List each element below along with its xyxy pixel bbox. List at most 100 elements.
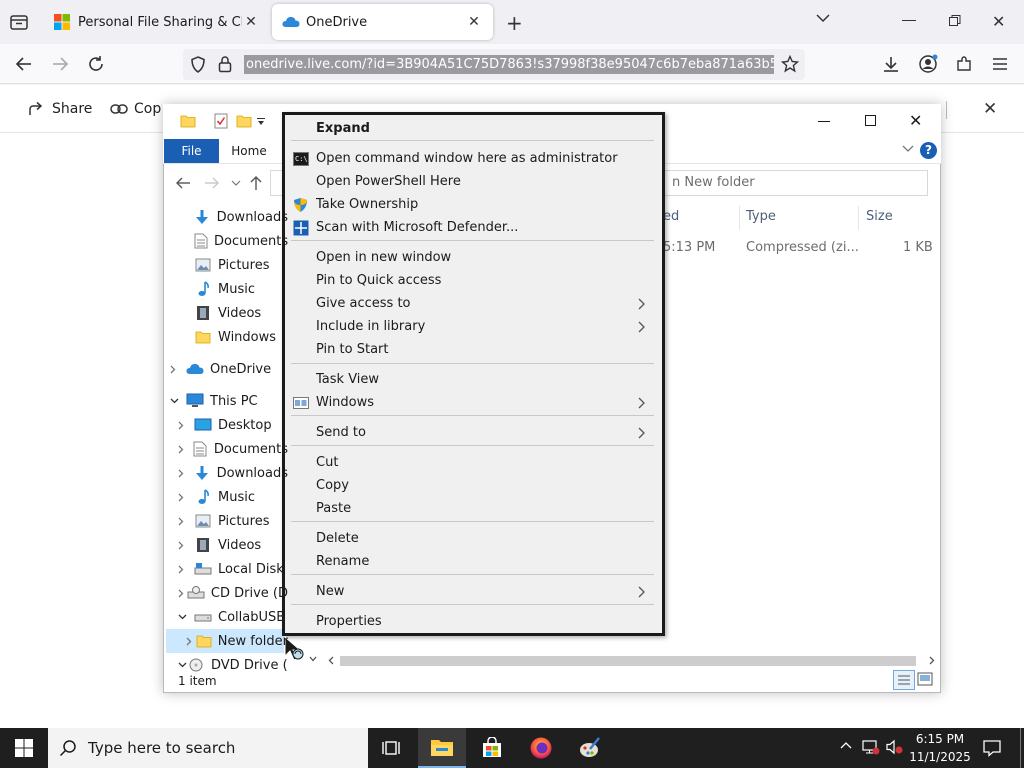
menu-item-paste[interactable]: Paste (285, 497, 662, 520)
nav-item-documents[interactable]: Documents (194, 229, 288, 253)
nav-item-videos[interactable]: Videos (194, 301, 288, 325)
collapse-chevron-icon[interactable] (170, 398, 186, 404)
menu-item-cut[interactable]: Cut (285, 451, 662, 474)
menu-hamburger-icon[interactable] (992, 57, 1008, 71)
restore-icon[interactable] (949, 15, 961, 27)
search-box[interactable]: n New folder (655, 170, 928, 196)
file-tab[interactable]: File (164, 139, 219, 163)
scroll-left-arrow-icon[interactable] (328, 656, 334, 665)
nav-item-pictures[interactable]: Pictures (194, 253, 288, 277)
nav-item-documents[interactable]: Documents (178, 437, 288, 461)
file-date-cell[interactable]: 5:13 PM (663, 240, 715, 255)
menu-item-task-view[interactable]: Task View (285, 368, 662, 391)
forward-arrow-icon[interactable] (46, 50, 74, 78)
menu-item-rename[interactable]: Rename (285, 550, 662, 573)
minimize-icon[interactable] (902, 20, 916, 21)
nav-item-onedrive[interactable]: OneDrive (170, 357, 288, 381)
help-icon[interactable]: ? (920, 142, 937, 159)
lock-icon[interactable] (218, 55, 232, 73)
task-view-icon[interactable] (368, 728, 416, 768)
downloads-icon[interactable] (882, 55, 900, 73)
expand-chevron-icon[interactable] (178, 589, 187, 598)
menu-item-properties[interactable]: Properties (285, 610, 662, 633)
url-text[interactable]: onedrive.live.com/?id=3B904A51C75D7863!s… (244, 55, 774, 74)
menu-item-windows[interactable]: Windows (285, 391, 662, 414)
nav-item-this-pc[interactable]: This PC (170, 389, 288, 413)
taskbar-search-box[interactable]: Type here to search (48, 728, 368, 768)
nav-item-music[interactable]: Music (194, 277, 288, 301)
nav-item-music[interactable]: Music (178, 485, 288, 509)
menu-item-send-to[interactable]: Send to (285, 421, 662, 444)
column-header-size[interactable]: Size (866, 209, 893, 224)
large-icons-view-icon[interactable] (917, 672, 933, 686)
expand-ribbon-chevron-icon[interactable] (902, 145, 914, 153)
menu-item-scan-with-microsoft-defender[interactable]: Scan with Microsoft Defender... (285, 216, 662, 239)
column-header-date[interactable]: ed (663, 209, 679, 224)
explorer-close-icon[interactable]: ✕ (909, 111, 922, 130)
network-disconnected-icon[interactable] (862, 739, 880, 755)
firefox-icon[interactable] (517, 728, 565, 768)
menu-item-give-access-to[interactable]: Give access to (285, 292, 662, 315)
address-bar[interactable] (270, 170, 282, 196)
nav-item-downloads[interactable]: Downloads (178, 461, 288, 485)
menu-item-include-in-library[interactable]: Include in library (285, 315, 662, 338)
menu-item-expand[interactable]: Expand (285, 117, 662, 140)
explorer-back-icon[interactable] (175, 176, 191, 190)
nav-item-videos[interactable]: Videos (178, 533, 288, 557)
expand-chevron-icon[interactable] (170, 365, 186, 374)
volume-muted-icon[interactable] (886, 739, 904, 755)
quick-access-dropdown-icon[interactable] (256, 117, 266, 127)
explorer-minimize-icon[interactable] (818, 121, 830, 122)
details-view-icon[interactable] (893, 670, 915, 690)
column-header-type[interactable]: Type (746, 209, 776, 224)
nav-item-windows[interactable]: Windows (194, 325, 288, 349)
nav-item-new-folder[interactable]: New folder (186, 629, 288, 653)
expand-chevron-icon[interactable] (178, 421, 194, 430)
account-icon[interactable] (918, 54, 938, 74)
extensions-puzzle-icon[interactable] (955, 55, 973, 73)
start-windows-icon[interactable] (0, 728, 48, 768)
show-desktop-strip[interactable] (1020, 728, 1021, 768)
menu-item-delete[interactable]: Delete (285, 527, 662, 550)
expand-chevron-icon[interactable] (178, 541, 194, 550)
collapse-chevron-icon[interactable] (178, 662, 187, 668)
nav-item-desktop[interactable]: Desktop (178, 413, 288, 437)
expand-chevron-icon[interactable] (178, 565, 194, 574)
menu-item-take-ownership[interactable]: Take Ownership (285, 193, 662, 216)
menu-item-open-in-new-window[interactable]: Open in new window (285, 246, 662, 269)
back-arrow-icon[interactable] (10, 50, 38, 78)
menu-item-open-powershell-here[interactable]: Open PowerShell Here (285, 170, 662, 193)
paint-app-icon[interactable] (566, 728, 614, 768)
tab-overview-icon[interactable] (8, 11, 32, 33)
up-arrow-icon[interactable] (249, 175, 263, 191)
close-tab-icon[interactable]: ✕ (242, 14, 260, 30)
bookmark-star-icon[interactable] (781, 55, 799, 73)
new-folder-quick-icon[interactable] (236, 113, 252, 129)
horizontal-scrollbar-thumb[interactable] (340, 656, 916, 666)
close-panel-icon[interactable]: ✕ (983, 99, 997, 119)
expand-chevron-icon[interactable] (178, 517, 194, 526)
expand-chevron-icon[interactable] (186, 637, 196, 646)
menu-item-copy[interactable]: Copy (285, 474, 662, 497)
nav-item-local-disk[interactable]: Local Disk (178, 557, 288, 581)
menu-item-new[interactable]: New (285, 580, 662, 603)
browser-tab[interactable]: Personal File Sharing & Cloud S ✕ (44, 4, 270, 40)
new-tab-plus-icon[interactable]: + (506, 11, 526, 35)
browser-tab-active[interactable]: OneDrive ✕ (272, 4, 493, 40)
show-hidden-icons-chevron-icon[interactable] (840, 741, 852, 749)
nav-item-pictures[interactable]: Pictures (178, 509, 288, 533)
properties-checkmark-icon[interactable] (214, 113, 228, 129)
close-window-icon[interactable]: ✕ (992, 12, 1005, 31)
nav-item-collabusb[interactable]: CollabUSB (178, 605, 288, 629)
nav-item-downloads[interactable]: Downloads (194, 205, 288, 229)
file-type-cell[interactable]: Compressed (zi... (746, 240, 859, 255)
expand-chevron-icon[interactable] (178, 493, 194, 502)
collapse-chevron-icon[interactable] (178, 614, 194, 620)
explorer-maximize-icon[interactable] (865, 115, 876, 126)
file-explorer-taskbar-icon[interactable] (418, 728, 466, 768)
file-size-cell[interactable]: 1 KB (903, 240, 933, 255)
home-tab[interactable]: Home (228, 139, 270, 163)
explorer-forward-icon[interactable] (204, 176, 220, 190)
recent-locations-chevron-icon[interactable] (231, 180, 241, 186)
notifications-icon[interactable] (983, 739, 1001, 757)
